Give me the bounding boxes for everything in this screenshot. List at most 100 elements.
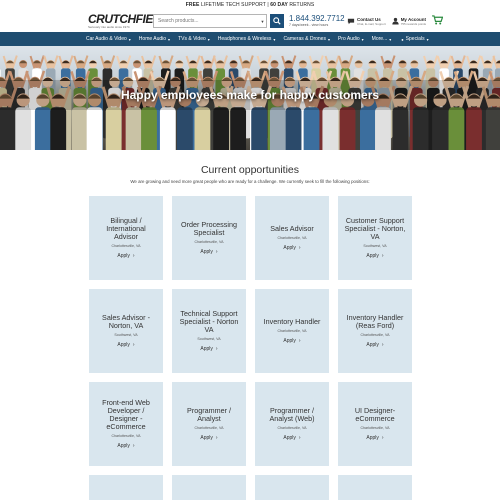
job-card[interactable]: UI Designer-eCommerce Charlottesville, VA… (338, 382, 412, 466)
nav-car-audio[interactable]: Car Audio & Video ▾ (86, 36, 131, 42)
chevron-right-icon: › (215, 435, 218, 441)
crowd-hair (103, 60, 112, 64)
nav-tvs-video[interactable]: TVs & Video ▾ (178, 36, 210, 42)
crowd-body (285, 107, 302, 150)
apply-link[interactable]: Apply › (283, 338, 300, 344)
job-location: Charlottesville, VA (194, 240, 224, 244)
chevron-right-icon: › (381, 253, 384, 259)
apply-link[interactable]: Apply › (117, 443, 134, 449)
chevron-right-icon: › (381, 435, 384, 441)
crowd-hair (188, 60, 197, 64)
chevron-down-icon: ▾ (273, 36, 276, 42)
crowd-body (230, 107, 247, 150)
job-card[interactable]: Sales Advisor - Norton, VA Southwest, VA A… (89, 289, 163, 373)
job-card[interactable]: Inventory Handler (Reas Ford) Charlottesv… (338, 289, 412, 373)
job-card[interactable]: Order Processing Specialist Charlottesvil… (172, 196, 246, 280)
chevron-right-icon: › (381, 342, 384, 348)
job-card[interactable]: Inventory Handler Charlottesville, VA Appl… (255, 289, 329, 373)
job-location: Charlottesville, VA (360, 426, 390, 430)
crowd-body (50, 107, 67, 150)
chevron-right-icon: › (298, 338, 301, 344)
apply-link[interactable]: Apply › (200, 249, 217, 255)
nav-cameras[interactable]: Cameras & Drones ▾ (283, 36, 330, 42)
apply-link[interactable]: Apply › (283, 435, 300, 441)
nav-label: Headphones & Wireless (217, 36, 272, 42)
search-input[interactable] (153, 14, 259, 28)
crowd-hair (76, 60, 85, 64)
job-card[interactable]: Sales Advisor Charlottesville, VA Apply › (255, 196, 329, 280)
logo[interactable]: CRUTCHFIELD Seriously into audio since 1… (88, 13, 168, 29)
job-card-partial[interactable] (172, 475, 246, 500)
apply-link[interactable]: Apply › (366, 435, 383, 441)
nav-label: Specials (405, 36, 425, 42)
nav-pro-audio[interactable]: Pro Audio ▾ (338, 36, 364, 42)
apply-label: Apply (200, 435, 213, 441)
crowd-hair (453, 60, 462, 64)
nav-specials[interactable]: ● Specials ▾ (401, 36, 428, 42)
crowd-body (339, 107, 356, 150)
nav-headphones[interactable]: Headphones & Wireless ▾ (218, 36, 276, 42)
crowd-hair (32, 60, 41, 64)
crowd-hair (144, 60, 153, 64)
apply-link[interactable]: Apply › (200, 346, 217, 352)
apply-link[interactable]: Apply › (283, 245, 300, 251)
job-card[interactable]: Bilingual / International Advisor Charlot… (89, 196, 163, 280)
job-card-partial[interactable] (89, 475, 163, 500)
chevron-down-icon: ▾ (389, 36, 392, 42)
chevron-right-icon: › (215, 249, 218, 255)
chevron-down-icon: ▾ (168, 36, 171, 42)
apply-link[interactable]: Apply › (117, 342, 134, 348)
chevron-down-icon: ▾ (128, 36, 131, 42)
job-card[interactable]: Programmer / Analyst Charlottesville, VA A… (172, 382, 246, 466)
job-location: Charlottesville, VA (277, 329, 307, 333)
nav-label: Pro Audio (337, 36, 360, 42)
cart-icon (432, 15, 444, 25)
account-link[interactable]: My Account 755 rewards points (392, 17, 426, 26)
job-title: UI Designer-eCommerce (354, 406, 396, 423)
search-category-dropdown[interactable]: ▼ (259, 14, 267, 28)
apply-label: Apply (283, 435, 296, 441)
job-location: Charlottesville, VA (277, 426, 307, 430)
crowd-hair (175, 60, 184, 64)
phone-block[interactable]: 1.844.392.7712 7 days/week - view hours (289, 14, 345, 28)
crowd-hair (61, 60, 70, 64)
chevron-down-icon: ▾ (426, 36, 429, 42)
crowd-body (322, 107, 339, 150)
crowd-hair (383, 60, 392, 64)
crowd-hair (426, 60, 435, 64)
apply-link[interactable]: Apply › (200, 435, 217, 441)
nav-more[interactable]: More... ▾ (372, 36, 392, 42)
apply-label: Apply (117, 342, 130, 348)
contact-link[interactable]: Contact Us Chat, E-mail, Support (347, 17, 386, 26)
job-card-partial[interactable] (338, 475, 412, 500)
apply-link[interactable]: Apply › (366, 342, 383, 348)
job-location: Charlottesville, VA (111, 434, 141, 438)
crowd-hair (410, 60, 419, 64)
crowd-hair (133, 60, 142, 64)
job-location: Southwest, VA (363, 244, 387, 248)
crowd-hair (341, 60, 350, 64)
job-card[interactable]: Customer Support Specialist - Norton, VA… (338, 196, 412, 280)
apply-link[interactable]: Apply › (366, 253, 383, 259)
nav-home-audio[interactable]: Home Audio ▾ (139, 36, 170, 42)
apply-link[interactable]: Apply › (117, 253, 134, 259)
chat-icon (347, 18, 355, 24)
job-location: Southwest, VA (197, 337, 221, 341)
job-card-partial[interactable] (255, 475, 329, 500)
job-card[interactable]: Programmer / Analyst (Web) Charlottesvill… (255, 382, 329, 466)
job-card[interactable]: Technical Support Specialist - Norton VA… (172, 289, 246, 373)
search-button[interactable] (270, 14, 284, 28)
job-title: Inventory Handler (263, 317, 321, 326)
main-nav: Car Audio & Video ▾ Home Audio ▾ TVs & Vid… (0, 32, 500, 46)
chevron-right-icon: › (132, 253, 135, 259)
crowd-hair (298, 60, 307, 64)
cart-button[interactable] (432, 12, 444, 30)
job-card[interactable]: Front-end Web Developer / Designer - eCo… (89, 382, 163, 466)
nav-label: Cameras & Drones (283, 36, 326, 42)
crowd-body (15, 107, 32, 150)
apply-label: Apply (200, 346, 213, 352)
crowd-hair (242, 60, 251, 64)
crowd-hair (284, 60, 293, 64)
job-location: Charlottesville, VA (194, 426, 224, 430)
job-title: Inventory Handler (Reas Ford) (346, 313, 404, 330)
